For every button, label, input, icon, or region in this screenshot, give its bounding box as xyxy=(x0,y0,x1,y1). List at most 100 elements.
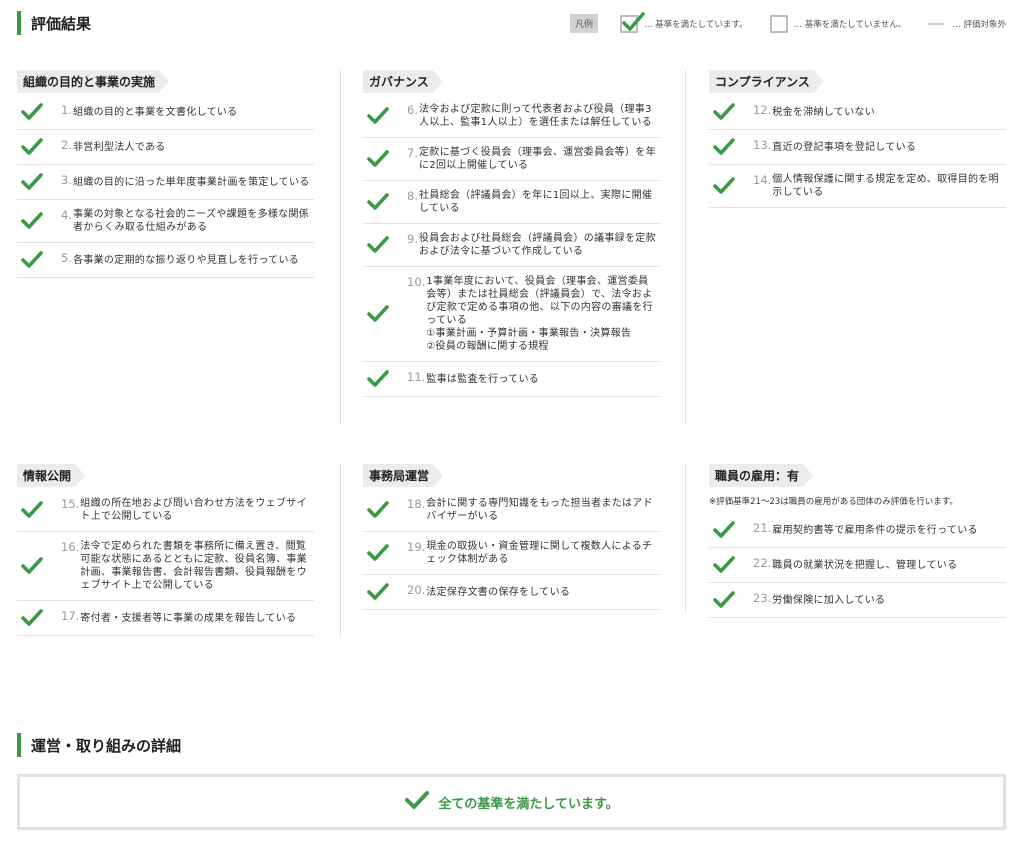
criteria-group-organization: 組織の目的と事業の実施 1. 組織の目的と事業を文書化している 2. 非営利型法人である… xyxy=(17,70,314,278)
criterion-number: 1. xyxy=(61,103,72,117)
criterion-text: 組織の目的と事業を文書化している xyxy=(72,106,238,118)
checkmark-icon xyxy=(21,501,43,519)
checkmark-icon xyxy=(21,251,43,269)
criterion-text: 法令で定められた書類を事務所に備え置き、閲覧可能な状態にあるとともに定款、役員名… xyxy=(80,541,307,591)
details-header: 運営・取り組みの詳細 xyxy=(17,733,181,757)
criteria-group-governance: ガバナンス 6. 法令および定款に則って代表者および役員（理事3人以上、監事1人以上… xyxy=(363,70,660,397)
group-note: ※評価基準21〜23は職員の雇用がある団体のみ評価を行います。 xyxy=(709,497,958,507)
group-title: コンプライアンス xyxy=(709,70,824,93)
column-divider xyxy=(340,70,341,425)
criteria-group-secretariat: 事務局運営 18. 会計に関する専門知識をもった担当者またはアドバイザーがいる 19.… xyxy=(363,464,660,610)
legend-label: 凡例 xyxy=(569,14,598,33)
legend-met: … 基準を満たしています。 xyxy=(619,11,748,33)
criterion-text: 1事業年度において、役員会（理事会、運営委員会等）または社員総会（評議員会）で、… xyxy=(426,276,653,352)
criterion-number: 21. xyxy=(753,521,772,535)
criterion-text: 役員会および社員総会（評議員会）の議事録を定款および法令に基づいて作成している xyxy=(418,233,656,257)
criterion-text: 会計に関する専門知識をもった担当者またはアドバイザーがいる xyxy=(426,498,653,522)
criterion-number: 16. xyxy=(61,540,80,554)
empty-box-icon xyxy=(769,14,788,33)
checkmark-icon xyxy=(21,212,43,230)
legend-met-label: … 基準を満たしています。 xyxy=(643,19,748,30)
criterion-row: 23. 労働保険に加入している xyxy=(709,583,1006,618)
criterion-row: 20. 法定保存文書の保存をしている xyxy=(363,575,660,610)
criterion-row: 16. 法令で定められた書類を事務所に備え置き、閲覧可能な状態にあるとともに定款、… xyxy=(17,532,314,601)
criterion-text: 非営利型法人である xyxy=(72,141,166,153)
group-title: 事務局運営 xyxy=(363,464,443,487)
criterion-text: 職員の就業状況を把握し、管理している xyxy=(772,559,958,571)
criterion-text: 個人情報保護に関する規定を定め、取得目的を明示している xyxy=(772,174,999,198)
criterion-text: 監事は監査を行っている xyxy=(426,373,540,385)
criterion-row: 9. 役員会および社員総会（評議員会）の議事録を定款および法令に基づいて作成してい… xyxy=(363,224,660,267)
criterion-row: 4. 事業の対象となる社会的ニーズや課題を多様な関係者からくみ取る仕組みがある xyxy=(17,200,314,243)
criterion-row: 14. 個人情報保護に関する規定を定め、取得目的を明示している xyxy=(709,165,1006,208)
checkmark-icon xyxy=(367,193,389,211)
criterion-row: 12. 税金を滞納していない xyxy=(709,95,1006,130)
page-title: 評価結果 xyxy=(31,14,92,33)
criterion-number: 7. xyxy=(407,146,418,160)
checkmark-icon xyxy=(367,501,389,519)
criterion-number: 10. xyxy=(407,275,426,289)
checkmark-icon xyxy=(21,103,43,121)
criterion-number: 18. xyxy=(407,497,426,511)
legend: 凡例 … 基準を満たしています。 … 基準を満たしていません。 … 評価対象外 xyxy=(569,11,1006,33)
criteria-group-disclosure: 情報公開 15. 組織の所在地および問い合わせ方法をウェブサイト上で公開している 16… xyxy=(17,464,314,636)
legend-not-met-label: … 基準を満たしていません。 xyxy=(793,19,907,30)
checkmark-icon xyxy=(713,556,735,574)
criterion-row: 18. 会計に関する専門知識をもった担当者またはアドバイザーがいる xyxy=(363,489,660,532)
criterion-text: 組織の目的に沿った単年度事業計画を策定している xyxy=(72,176,310,188)
criterion-text: 現金の取扱い・資金管理に関して複数人によるチェック体制がある xyxy=(426,541,653,565)
checked-box-icon xyxy=(619,11,645,33)
criterion-row: 21. 雇用契約書等で雇用条件の提示を行っている xyxy=(709,513,1006,548)
criterion-number: 2. xyxy=(61,138,72,152)
criterion-number: 6. xyxy=(407,103,418,117)
checkmark-icon xyxy=(21,609,43,627)
criterion-text: 定款に基づく役員会（理事会、運営委員会等）を年に2回以上開催している xyxy=(418,147,656,171)
criterion-row: 15. 組織の所在地および問い合わせ方法をウェブサイト上で公開している xyxy=(17,489,314,532)
column-divider xyxy=(685,464,686,614)
criterion-row: 7. 定款に基づく役員会（理事会、運営委員会等）を年に2回以上開催している xyxy=(363,138,660,181)
criterion-number: 19. xyxy=(407,540,426,554)
criterion-row: 8. 社員総会（評議員会）を年に1回以上、実際に開催している xyxy=(363,181,660,224)
checkmark-icon xyxy=(367,544,389,562)
column-divider xyxy=(340,464,341,638)
criteria-group-employment: 職員の雇用：有 ※評価基準21〜23は職員の雇用がある団体のみ評価を行います。 21… xyxy=(709,464,1006,618)
criterion-text: 事業の対象となる社会的ニーズや課題を多様な関係者からくみ取る仕組みがある xyxy=(72,209,310,233)
criterion-number: 15. xyxy=(61,497,80,511)
criterion-number: 9. xyxy=(407,232,418,246)
criterion-row: 13. 直近の登記事項を登記している xyxy=(709,130,1006,165)
checkmark-icon xyxy=(21,557,43,575)
criterion-text: 雇用契約書等で雇用条件の提示を行っている xyxy=(772,524,978,536)
criterion-number: 17. xyxy=(61,609,80,623)
criterion-text: 社員総会（評議員会）を年に1回以上、実際に開催している xyxy=(418,190,653,214)
criterion-number: 4. xyxy=(61,208,72,222)
summary-message: 全ての基準を満たしています。 xyxy=(438,796,619,812)
summary-box: 全ての基準を満たしています。 xyxy=(17,774,1006,830)
criterion-number: 12. xyxy=(753,103,772,117)
checkmark-icon xyxy=(713,521,735,539)
checkmark-icon xyxy=(21,138,43,156)
criteria-group-compliance: コンプライアンス 12. 税金を滞納していない 13. 直近の登記事項を登記している 14… xyxy=(709,70,1006,208)
criterion-row: 10. 1事業年度において、役員会（理事会、運営委員会等）または社員総会（評議員会… xyxy=(363,267,660,362)
group-title: 職員の雇用：有 xyxy=(709,464,813,487)
criterion-number: 5. xyxy=(61,251,72,265)
checkmark-icon xyxy=(367,150,389,168)
criterion-row: 6. 法令および定款に則って代表者および役員（理事3人以上、監事1人以上）を選任ま… xyxy=(363,95,660,138)
criterion-number: 20. xyxy=(407,583,426,597)
criterion-number: 11. xyxy=(407,370,426,384)
checkmark-icon xyxy=(713,591,735,609)
header-accent-bar xyxy=(17,11,21,35)
legend-excluded-label: … 評価対象外 xyxy=(952,19,1006,30)
criterion-text: 各事業の定期的な振り返りや見直しを行っている xyxy=(72,254,300,266)
group-title: 組織の目的と事業の実施 xyxy=(17,70,169,93)
legend-not-met: … 基準を満たしていません。 xyxy=(769,14,907,33)
criterion-text: 法定保存文書の保存をしている xyxy=(426,586,571,598)
checkmark-icon xyxy=(713,177,735,195)
criterion-text: 寄付者・支援者等に事業の成果を報告している xyxy=(80,612,297,624)
checkmark-icon xyxy=(713,138,735,156)
criterion-row: 5. 各事業の定期的な振り返りや見直しを行っている xyxy=(17,243,314,278)
criterion-text: 組織の所在地および問い合わせ方法をウェブサイト上で公開している xyxy=(80,498,307,522)
column-divider xyxy=(685,70,686,425)
checkmark-icon xyxy=(367,370,389,388)
criterion-text: 法令および定款に則って代表者および役員（理事3人以上、監事1人以上）を選任または… xyxy=(418,104,652,128)
group-title: ガバナンス xyxy=(363,70,443,93)
